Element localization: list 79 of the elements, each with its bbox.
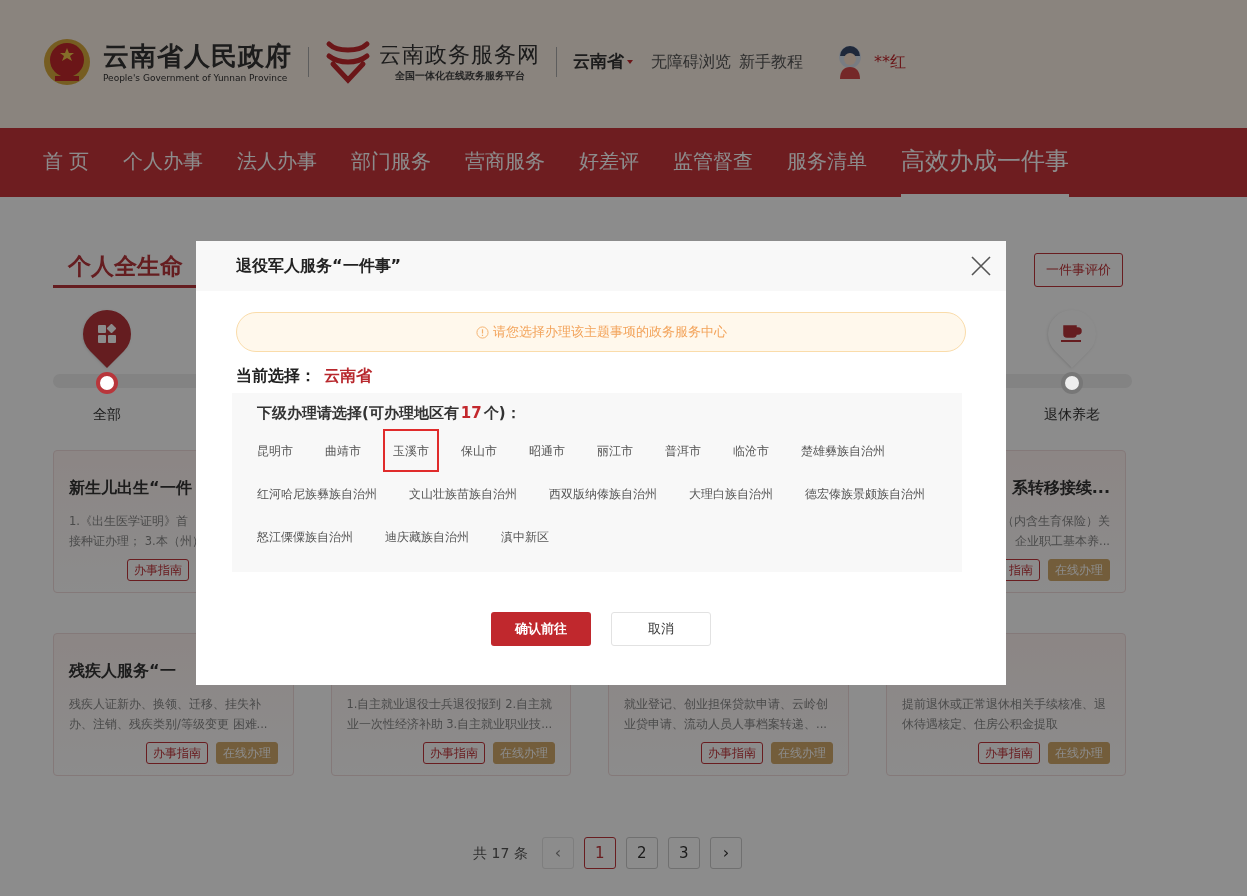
guide-button[interactable]: 办事指南 <box>127 559 189 581</box>
card-description: 残疾人证新办、换领、迁移、挂失补 <box>69 696 261 713</box>
info-icon <box>475 325 489 339</box>
online-button[interactable]: 在线办理 <box>1048 559 1110 581</box>
nav-tab[interactable]: 高效办成一件事 <box>901 128 1070 197</box>
caret-icon <box>627 60 633 64</box>
region-option[interactable]: 迪庆藏族自治州 <box>375 515 479 558</box>
page-button[interactable]: 3 <box>667 837 700 869</box>
close-icon <box>971 256 991 276</box>
region-selector[interactable]: 云南省 <box>573 49 633 75</box>
region-option[interactable]: 楚雄彝族自治州 <box>791 429 895 472</box>
rate-button[interactable]: 一件事评价 <box>1034 253 1123 287</box>
card-description: 企业职工基本养... <box>1015 533 1110 550</box>
gov-subtitle: People's Government of Yunnan Province <box>103 72 289 84</box>
region-option[interactable]: 怒江傈僳族自治州 <box>247 515 363 558</box>
next-page-button[interactable]: › <box>709 837 742 869</box>
region-option[interactable]: 普洱市 <box>655 429 711 472</box>
stage-label[interactable]: 退休养老 <box>1044 404 1100 425</box>
nav-tab[interactable]: 法人办事 <box>237 128 318 197</box>
region-option[interactable]: 保山市 <box>451 429 507 472</box>
card-title: 系转移接续... <box>1011 477 1110 499</box>
nav-tab[interactable]: 营商服务 <box>465 128 546 197</box>
page-button[interactable]: 1 <box>583 837 616 869</box>
nav-tab[interactable]: 部门服务 <box>351 128 432 197</box>
region-option[interactable]: 德宏傣族景颇族自治州 <box>795 472 935 515</box>
portal-subtitle: 全国一体化在线政务服务平台 <box>394 69 525 83</box>
card-description: 休待遇核定、住房公积金提取 <box>901 716 1058 733</box>
region-option[interactable]: 临沧市 <box>723 429 779 472</box>
region-option[interactable]: 昭通市 <box>519 429 575 472</box>
guide-button[interactable]: 办事指南 <box>145 742 208 764</box>
region-option[interactable]: 文山壮族苗族自治州 <box>399 472 527 515</box>
total-count: 共 17 条 <box>473 843 528 863</box>
header-link[interactable]: 无障碍浏览 <box>651 50 731 74</box>
online-button[interactable]: 在线办理 <box>493 742 555 764</box>
grid-icon <box>97 324 117 344</box>
region-option[interactable]: 西双版纳傣族自治州 <box>539 472 667 515</box>
region-heading: 下级办理请选择(可办理地区有17个)： <box>257 403 522 424</box>
nav-tab[interactable]: 首 页 <box>43 128 90 197</box>
online-button[interactable]: 在线办理 <box>1048 742 1110 764</box>
portal-title: 云南政务服务网 <box>379 41 540 69</box>
nav-tab[interactable]: 个人办事 <box>123 128 204 197</box>
user-name[interactable]: **红 <box>874 50 906 74</box>
card-title: 新生儿出生“一件 <box>69 477 192 499</box>
guide-button[interactable]: 办事指南 <box>700 742 763 764</box>
region-option[interactable]: 红河哈尼族彝族自治州 <box>247 472 387 515</box>
cancel-button[interactable]: 取消 <box>611 612 711 646</box>
card-description: 办、注销、残疾类别/等级变更 困难... <box>69 716 268 733</box>
guide-button[interactable]: 办事指南 <box>423 742 485 764</box>
current-selection-label: 当前选择： <box>236 365 316 387</box>
card-description: 就业登记、创业担保贷款申请、云岭创 <box>624 696 828 713</box>
header-link[interactable]: 新手教程 <box>739 50 803 74</box>
notice-text: 请您选择办理该主题事项的政务服务中心 <box>492 323 727 342</box>
emblem-icon <box>43 38 91 86</box>
online-button[interactable]: 在线办理 <box>770 742 833 764</box>
close-button[interactable] <box>970 255 992 277</box>
card-description: 1.《出生医学证明》首 <box>69 513 188 530</box>
region-option[interactable]: 丽江市 <box>587 429 643 472</box>
card-title: 残疾人服务“一 <box>69 660 176 682</box>
current-selection-value: 云南省 <box>324 365 372 387</box>
cup-icon <box>1060 325 1084 343</box>
confirm-button[interactable]: 确认前往 <box>491 612 591 646</box>
portal-logo-icon <box>325 40 371 84</box>
nav-tab[interactable]: 好差评 <box>579 128 640 197</box>
region-option[interactable]: 昆明市 <box>247 429 303 472</box>
guide-button[interactable]: 办事指南 <box>978 742 1040 764</box>
card-description: 提前退休或正常退休相关手续核准、退 <box>901 696 1106 713</box>
nav-tab[interactable]: 监管督查 <box>673 128 754 197</box>
nav-tab[interactable]: 服务清单 <box>787 128 868 197</box>
card-description: 接种证办理； 3.本（州） <box>69 533 204 550</box>
gov-title: 云南省人民政府 <box>103 40 292 72</box>
card-description: 业贷申请、流动人员人事档案转递、... <box>624 716 827 733</box>
region-option[interactable]: 曲靖市 <box>315 429 371 472</box>
stage-label[interactable]: 全部 <box>93 404 121 425</box>
page-button[interactable]: 2 <box>625 837 658 869</box>
card-description: （内含生育保险）关 <box>1002 513 1110 530</box>
region-option[interactable]: 滇中新区 <box>491 515 559 558</box>
region-option[interactable]: 玉溪市 <box>383 429 439 472</box>
online-button[interactable]: 在线办理 <box>215 742 278 764</box>
region-option[interactable]: 大理白族自治州 <box>679 472 783 515</box>
